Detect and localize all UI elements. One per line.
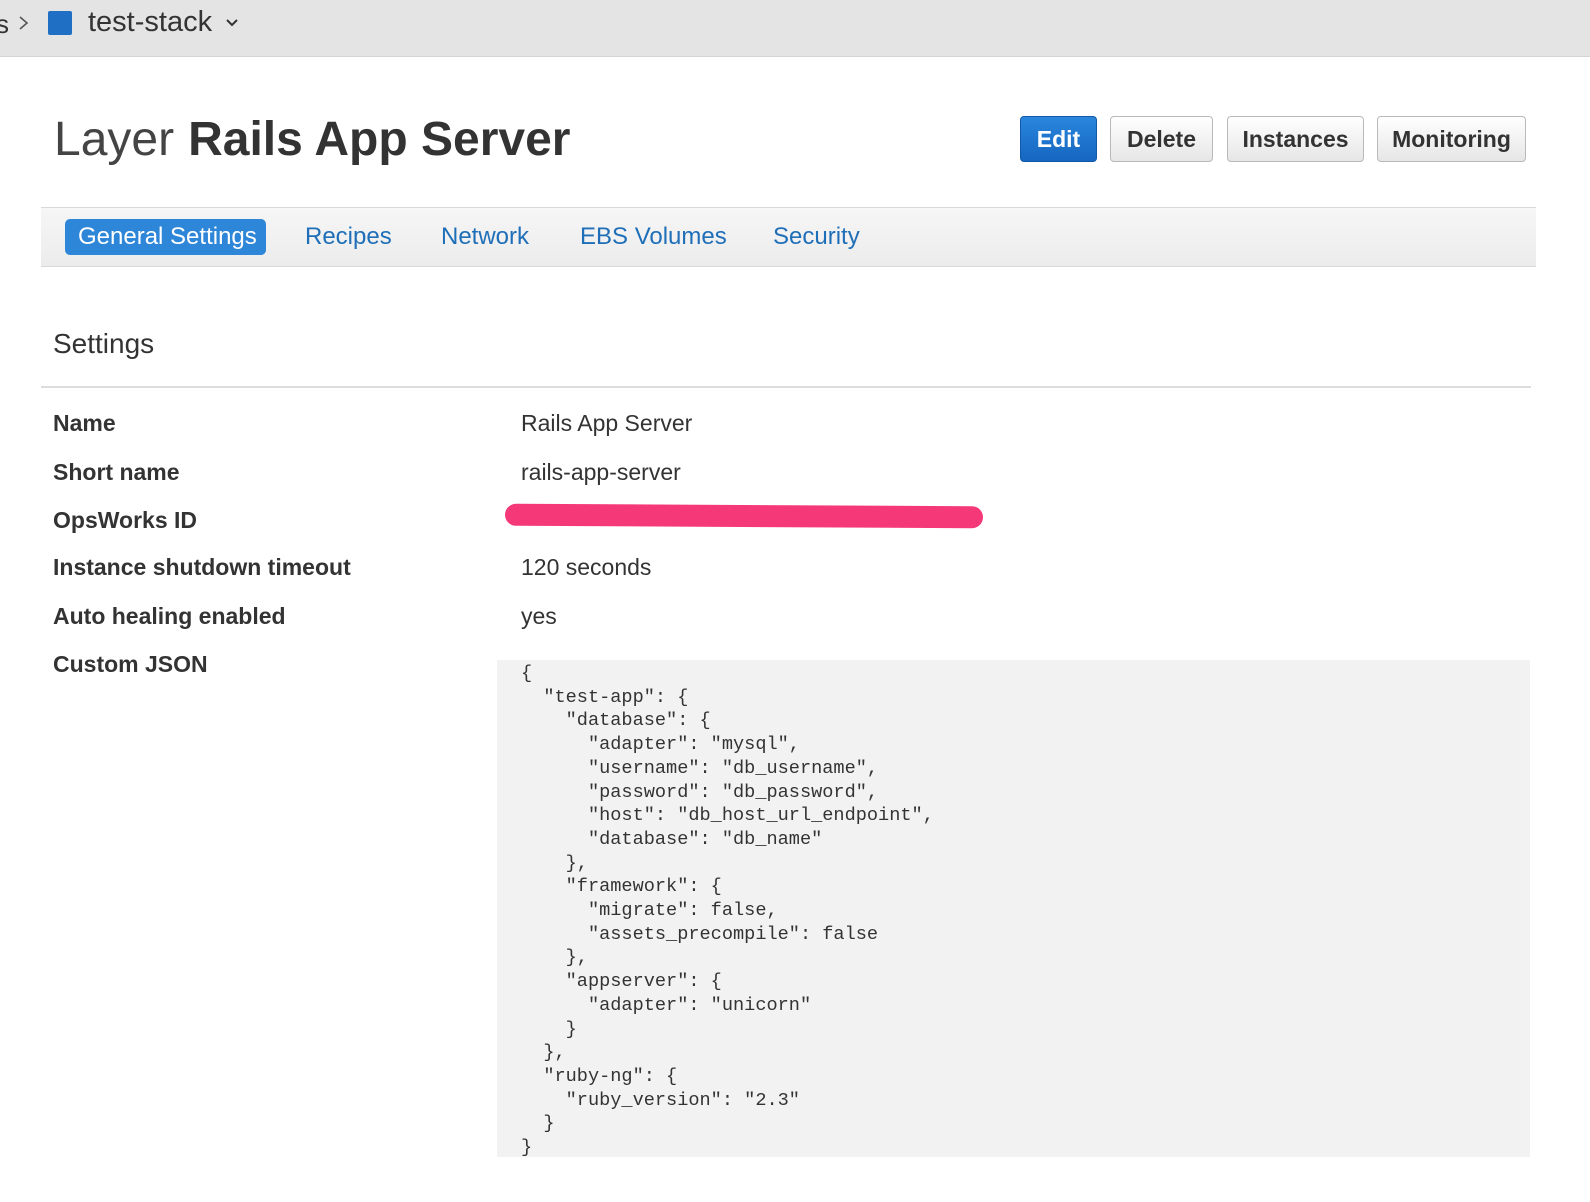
- section-divider: [41, 386, 1531, 388]
- custom-json-code-block: { "test-app": { "database": { "adapter":…: [497, 660, 1530, 1157]
- short-name-label: Short name: [53, 459, 180, 485]
- layer-tabs: General Settings Recipes Network EBS Vol…: [41, 207, 1536, 267]
- chevron-right-icon: [19, 16, 29, 30]
- tab-recipes[interactable]: Recipes: [305, 219, 392, 255]
- opsworks-id-label: OpsWorks ID: [53, 507, 197, 533]
- delete-button[interactable]: Delete: [1110, 116, 1213, 162]
- custom-json-label: Custom JSON: [53, 651, 208, 677]
- breadcrumb-previous-item[interactable]: s: [0, 9, 9, 40]
- page-title-kind: Layer: [54, 113, 175, 166]
- name-label: Name: [53, 410, 116, 436]
- name-value: Rails App Server: [521, 410, 693, 436]
- chevron-down-icon[interactable]: [224, 17, 240, 29]
- monitoring-button[interactable]: Monitoring: [1377, 116, 1526, 162]
- edit-button[interactable]: Edit: [1020, 116, 1097, 162]
- tab-network[interactable]: Network: [441, 219, 529, 255]
- opsworks-id-redaction: [504, 503, 984, 529]
- settings-section-title: Settings: [53, 328, 155, 359]
- top-breadcrumb-bar: s test-stack: [0, 0, 1590, 57]
- stack-selector[interactable]: test-stack: [88, 6, 212, 39]
- auto-healing-label: Auto healing enabled: [53, 603, 286, 629]
- auto-healing-value: yes: [521, 603, 557, 629]
- page-title-layer-name: Rails App Server: [188, 113, 571, 166]
- tab-security[interactable]: Security: [773, 219, 860, 255]
- short-name-value: rails-app-server: [521, 459, 681, 485]
- stack-square-icon: [48, 11, 72, 35]
- shutdown-timeout-label: Instance shutdown timeout: [53, 554, 351, 580]
- page-title: Layer Rails App Server: [54, 110, 570, 170]
- tab-general-settings[interactable]: General Settings: [65, 219, 266, 255]
- shutdown-timeout-value: 120 seconds: [521, 554, 652, 580]
- tab-ebs-volumes[interactable]: EBS Volumes: [580, 219, 727, 255]
- instances-button[interactable]: Instances: [1227, 116, 1364, 162]
